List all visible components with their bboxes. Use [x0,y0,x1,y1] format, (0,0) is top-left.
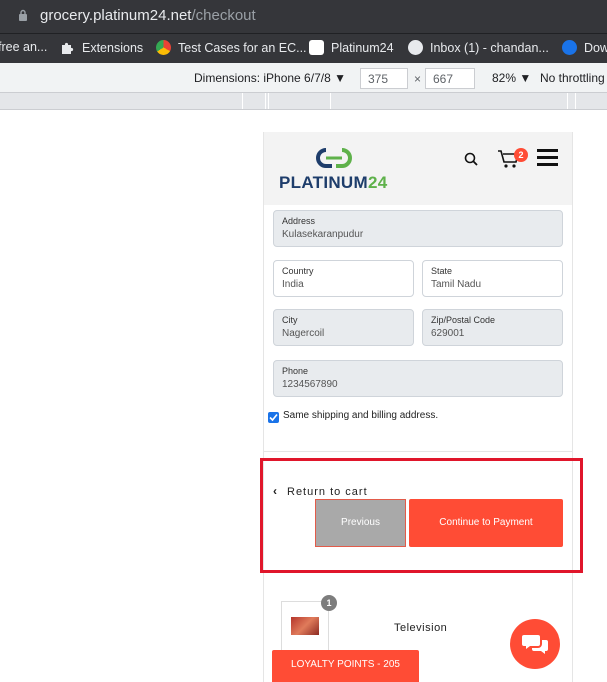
search-icon[interactable] [464,152,478,166]
bookmark-download[interactable]: Dow [562,40,607,55]
country-field[interactable]: Country India [273,260,414,297]
bookmark-extensions[interactable]: Extensions [60,40,143,55]
platinum24-logo-icon[interactable] [312,147,356,169]
site-header: PLATINUM24 2 [264,132,572,205]
device-dimensions-select[interactable]: Dimensions: iPhone 6/7/8 ▼ [194,71,346,85]
address-value: Kulasekaranpudur [282,229,364,240]
dimension-separator: × [414,72,422,86]
zip-label: Zip/Postal Code [431,315,496,325]
bookmark-free[interactable]: free an... [0,40,47,54]
state-field[interactable]: State Tamil Nadu [422,260,563,297]
loyalty-points-button[interactable]: LOYALTY POINTS - 205 [272,650,419,682]
product-thumbnail[interactable] [281,601,329,653]
cart-count-badge: 2 [514,148,528,162]
city-value: Nagercoil [282,328,325,339]
url-text[interactable]: grocery.platinum24.net/checkout [40,7,256,24]
country-value: India [282,279,304,290]
television-image [291,617,319,635]
address-field[interactable]: Address Kulasekaranpudur [273,210,563,247]
logo-text[interactable]: PLATINUM24 [279,173,387,193]
chevron-left-icon: ‹ [273,484,277,498]
zip-value: 629001 [431,328,465,339]
platinum24-icon [309,40,324,55]
phone-label: Phone [282,366,309,376]
address-bar[interactable]: grocery.platinum24.net/checkout [0,0,607,33]
phone-field[interactable]: Phone 1234567890 [273,360,563,397]
address-label: Address [282,216,316,226]
bookmarks-bar: free an... Extensions Test Cases for an … [0,33,607,63]
section-divider [264,451,572,452]
checkmark-icon [269,413,278,422]
device-width-input[interactable]: 375 [360,68,408,89]
gear-icon [408,40,423,55]
same-address-label[interactable]: Same shipping and billing address. [283,410,438,421]
chat-button[interactable] [510,619,560,669]
puzzle-icon [62,42,74,54]
play-icon [562,40,577,55]
throttling-select[interactable]: No throttling [540,71,605,85]
chat-bubbles-icon [522,635,548,654]
media-query-ruler [0,93,607,110]
bookmark-test-cases[interactable]: Test Cases for an EC... [156,40,307,55]
product-name: Television [394,622,448,634]
bookmark-platinum24[interactable]: Platinum24 [309,40,394,55]
state-label: State [431,266,453,276]
hamburger-menu-icon[interactable] [537,149,558,166]
bookmark-inbox[interactable]: Inbox (1) - chandan... [408,40,549,55]
chrome-icon [156,40,171,55]
state-value: Tamil Nadu [431,279,482,290]
device-toolbar: Dimensions: iPhone 6/7/8 ▼ 375 × 667 82%… [0,63,607,93]
phone-value: 1234567890 [282,379,338,390]
continue-to-payment-button[interactable]: Continue to Payment [409,499,563,547]
device-height-input[interactable]: 667 [425,68,475,89]
country-label: Country [282,266,314,276]
previous-button[interactable]: Previous [315,499,406,547]
same-address-checkbox[interactable] [268,412,279,423]
lock-icon [19,9,27,21]
zip-field[interactable]: Zip/Postal Code 629001 [422,309,563,346]
return-to-cart-link[interactable]: ‹ Return to cart [273,484,368,498]
quantity-badge: 1 [321,595,337,611]
city-label: City [282,315,298,325]
city-field[interactable]: City Nagercoil [273,309,414,346]
zoom-select[interactable]: 82% ▼ [492,71,531,85]
